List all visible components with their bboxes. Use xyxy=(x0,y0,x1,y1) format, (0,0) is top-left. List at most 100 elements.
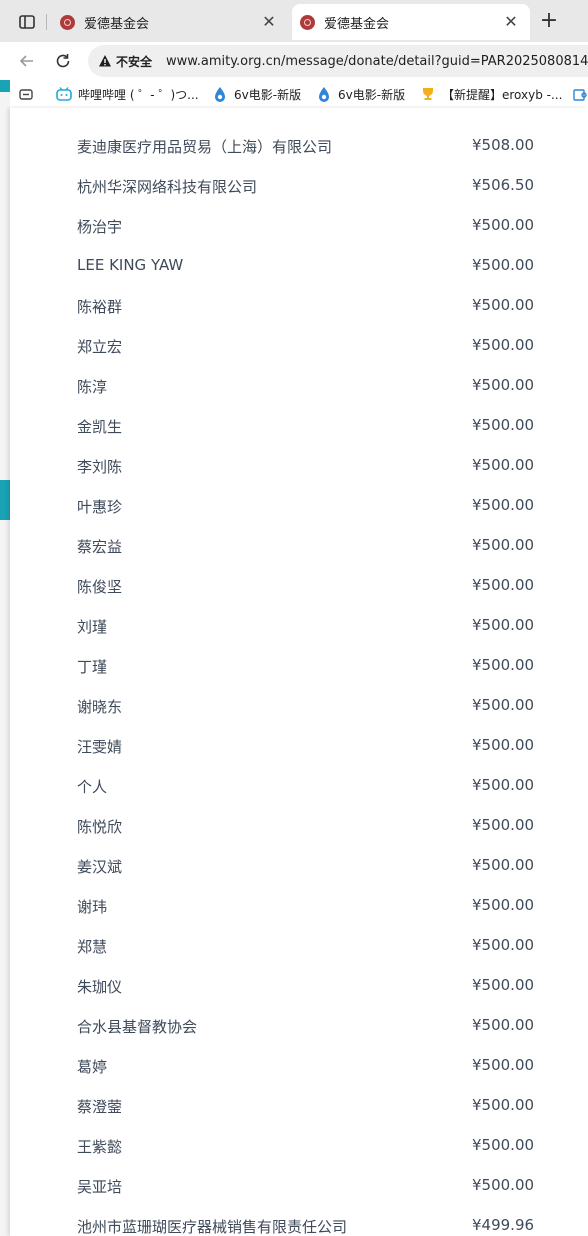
donation-amount: ¥500.00 xyxy=(472,816,535,834)
bookmark-label: 【新提醒】eroxyb -... xyxy=(442,87,563,102)
back-arrow-icon xyxy=(19,55,33,67)
donation-amount: ¥500.00 xyxy=(472,1176,535,1194)
donor-name: 郑立宏 xyxy=(77,338,123,356)
amity-favicon-icon xyxy=(300,14,315,30)
donor-name: 姜汉斌 xyxy=(77,858,123,876)
donor-name: 麦迪康医疗用品贸易（上海）有限公司 xyxy=(77,138,333,156)
donation-amount: ¥500.00 xyxy=(472,256,535,274)
tab-title: 爱德基金会 xyxy=(324,16,390,32)
donor-name: 杨治宇 xyxy=(77,218,123,236)
trophy-icon xyxy=(420,86,436,102)
donation-amount: ¥500.00 xyxy=(472,416,535,434)
donation-row: 个人 ¥500.00 xyxy=(10,766,588,806)
bookmark-label: 6v电影-新版 xyxy=(338,87,406,102)
donor-name: 李刘陈 xyxy=(77,458,123,476)
donation-amount: ¥500.00 xyxy=(472,296,535,314)
donation-amount: ¥500.00 xyxy=(472,336,535,354)
bookmark-label: 6v电影-新版 xyxy=(234,87,302,102)
donor-name: 个人 xyxy=(77,778,108,796)
apps-button[interactable] xyxy=(18,84,34,104)
bookmark-overflow[interactable] xyxy=(572,84,588,104)
tab-title: 爱德基金会 xyxy=(84,16,150,32)
bookmarks-bar: 哔哩哔哩 ( ゜- ゜)つ... 6v电影-新版 6v电影-新版 【新提醒】er… xyxy=(0,80,588,108)
donor-name: 池州市蓝珊瑚医疗器械销售有限责任公司 xyxy=(77,1218,348,1236)
donor-name: 陈俊坚 xyxy=(77,578,123,596)
donation-amount: ¥500.00 xyxy=(472,376,535,394)
donation-row: 蔡澄蓥 ¥500.00 xyxy=(10,1086,588,1126)
donation-amount: ¥500.00 xyxy=(472,776,535,794)
donor-name: 朱珈仪 xyxy=(77,978,123,996)
donation-row: 谢晓东 ¥500.00 xyxy=(10,686,588,726)
warning-icon[interactable] xyxy=(98,54,112,68)
url-text[interactable]: www.amity.org.cn/message/donate/detail?g… xyxy=(166,54,588,69)
donation-row: 叶惠珍 ¥500.00 xyxy=(10,486,588,526)
donor-name: 王紫懿 xyxy=(77,1138,123,1156)
donation-row: 陈裕群 ¥500.00 xyxy=(10,286,588,326)
window-icon xyxy=(19,15,35,29)
donation-amount: ¥500.00 xyxy=(472,656,535,674)
reload-icon xyxy=(56,54,70,68)
security-label[interactable]: 不安全 xyxy=(116,53,152,70)
bookmark-bilibili[interactable]: 哔哩哔哩 ( ゜- ゜)つ... xyxy=(56,84,199,104)
tab-separator xyxy=(46,14,47,30)
6v-icon xyxy=(316,86,332,102)
puzzle-icon xyxy=(572,86,588,102)
donation-amount: ¥500.00 xyxy=(472,976,535,994)
donation-row: 金凯生 ¥500.00 xyxy=(10,406,588,446)
close-icon[interactable]: ✕ xyxy=(500,11,522,33)
donor-name: 谢晓东 xyxy=(77,698,123,716)
donation-row: 丁瑾 ¥500.00 xyxy=(10,646,588,686)
browser-toolbar: 不安全 www.amity.org.cn/message/donate/deta… xyxy=(0,42,588,80)
amity-favicon-icon xyxy=(60,14,75,30)
bookmark-label: 哔哩哔哩 ( ゜- ゜)つ... xyxy=(78,87,199,102)
donation-row: 葛婷 ¥500.00 xyxy=(10,1046,588,1086)
donor-name: 汪雯婧 xyxy=(77,738,123,756)
close-icon[interactable]: ✕ xyxy=(258,11,280,33)
donation-amount: ¥506.50 xyxy=(472,176,535,194)
donation-list-panel: 麦迪康医疗用品贸易（上海）有限公司 ¥508.00 杭州华深网络科技有限公司 ¥506… xyxy=(10,108,588,1236)
donation-amount: ¥500.00 xyxy=(472,896,535,914)
back-button[interactable] xyxy=(14,48,40,74)
bookmark-6v-2[interactable]: 6v电影-新版 xyxy=(316,84,405,104)
tab-bar: 爱德基金会 ✕ 爱德基金会 ✕ + xyxy=(0,0,588,42)
donation-amount: ¥500.00 xyxy=(472,1016,535,1034)
donation-amount: ¥499.96 xyxy=(472,1216,535,1234)
donation-row: 陈悦欣 ¥500.00 xyxy=(10,806,588,846)
donor-name: 陈裕群 xyxy=(77,298,123,316)
donation-amount: ¥508.00 xyxy=(472,136,535,154)
donation-row: 陈俊坚 ¥500.00 xyxy=(10,566,588,606)
donation-amount: ¥500.00 xyxy=(472,696,535,714)
donation-row: 姜汉斌 ¥500.00 xyxy=(10,846,588,886)
reload-button[interactable] xyxy=(50,48,76,74)
tab-active[interactable]: 爱德基金会 ✕ xyxy=(292,4,530,40)
donation-amount: ¥500.00 xyxy=(472,1056,535,1074)
donor-name: 叶惠珍 xyxy=(77,498,123,516)
donation-amount: ¥500.00 xyxy=(472,216,535,234)
donor-name: 郑慧 xyxy=(77,938,108,956)
new-tab-button[interactable]: + xyxy=(536,8,562,34)
donation-row: 麦迪康医疗用品贸易（上海）有限公司 ¥508.00 xyxy=(10,126,588,166)
background-accent xyxy=(0,480,10,520)
donation-row: LEE KING YAW ¥500.00 xyxy=(10,246,588,286)
donation-amount: ¥500.00 xyxy=(472,576,535,594)
donation-amount: ¥500.00 xyxy=(472,536,535,554)
donor-name: 丁瑾 xyxy=(77,658,108,676)
donation-row: 朱珈仪 ¥500.00 xyxy=(10,966,588,1006)
donation-row: 汪雯婧 ¥500.00 xyxy=(10,726,588,766)
donor-name: 葛婷 xyxy=(77,1058,108,1076)
donation-amount: ¥500.00 xyxy=(472,856,535,874)
donation-amount: ¥500.00 xyxy=(472,1136,535,1154)
bookmark-eroxyb[interactable]: 【新提醒】eroxyb -... xyxy=(420,84,562,104)
address-bar[interactable]: 不安全 www.amity.org.cn/message/donate/deta… xyxy=(88,45,588,77)
donation-row: 李刘陈 ¥500.00 xyxy=(10,446,588,486)
background-accent xyxy=(0,80,10,92)
donation-row: 蔡宏益 ¥500.00 xyxy=(10,526,588,566)
donation-row: 陈淳 ¥500.00 xyxy=(10,366,588,406)
donor-name: 杭州华深网络科技有限公司 xyxy=(77,178,258,196)
donor-name: 陈悦欣 xyxy=(77,818,123,836)
bookmark-6v-1[interactable]: 6v电影-新版 xyxy=(212,84,301,104)
tab-inactive[interactable]: 爱德基金会 ✕ xyxy=(52,4,288,40)
donation-amount: ¥500.00 xyxy=(472,496,535,514)
tab-actions-button[interactable] xyxy=(10,9,44,35)
donor-name: 刘瑾 xyxy=(77,618,108,636)
